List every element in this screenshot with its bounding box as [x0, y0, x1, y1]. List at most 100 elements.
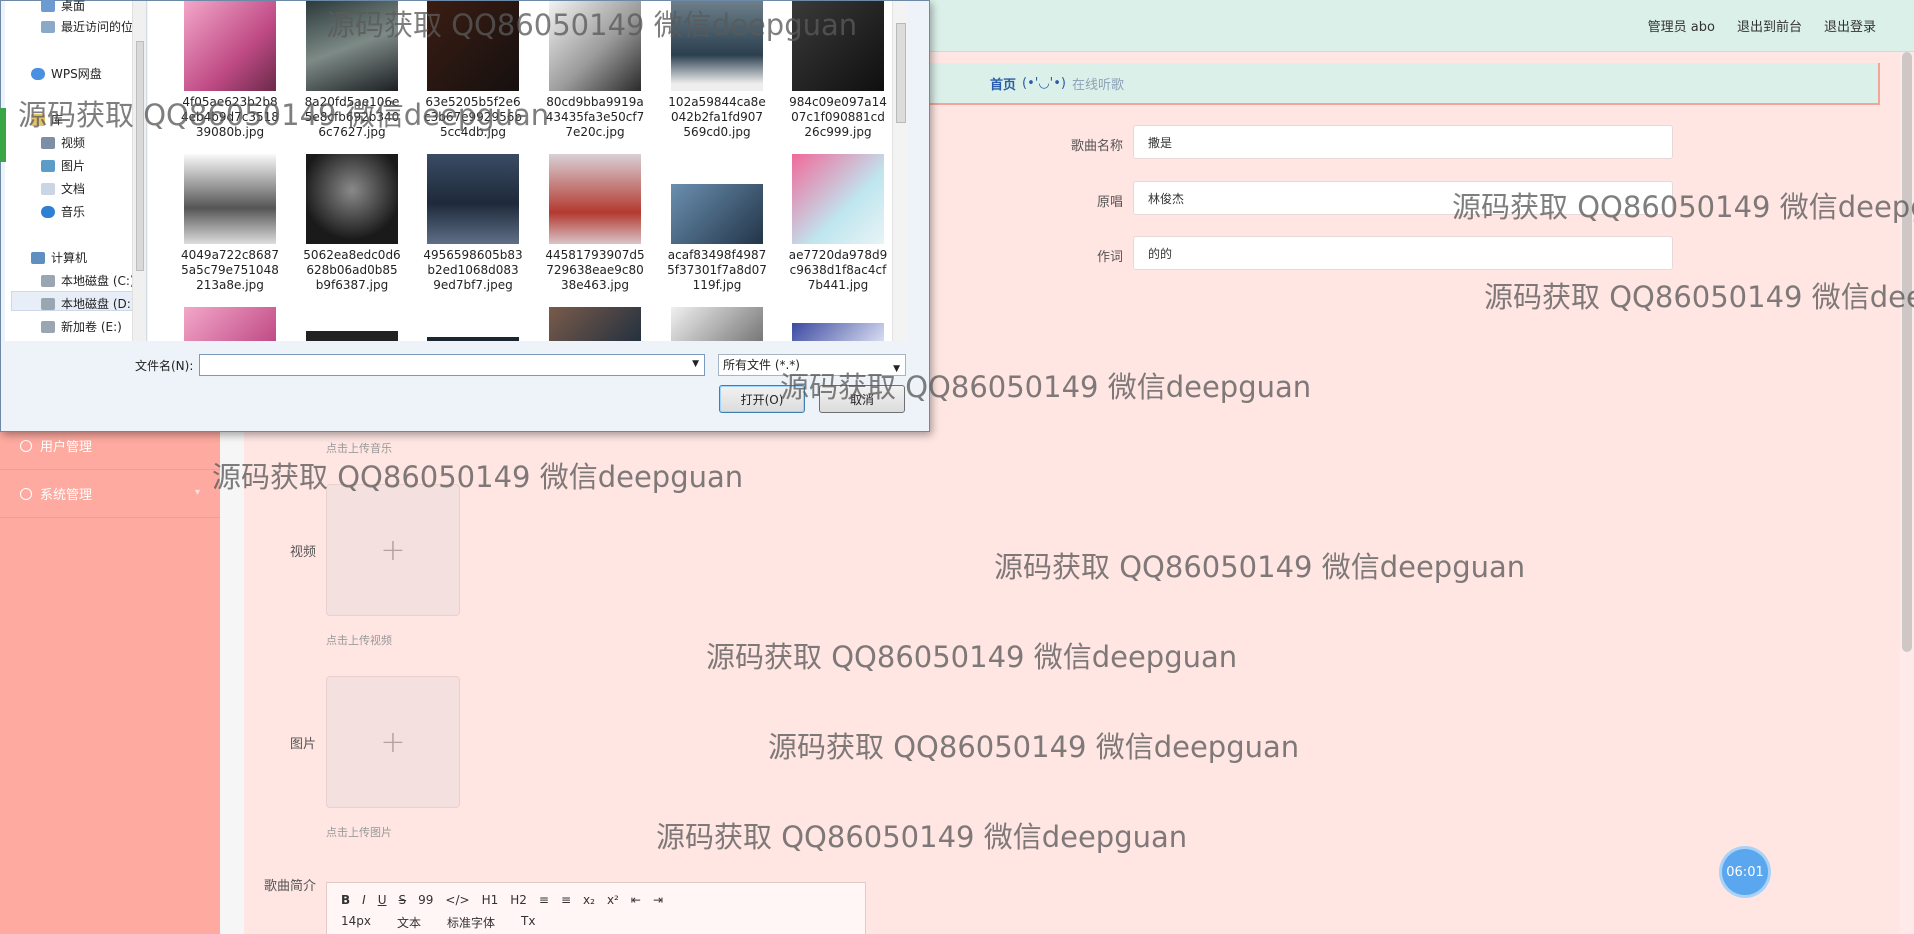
file-list-scrollbar[interactable]: [892, 1, 908, 341]
nav-item-drive-c[interactable]: 本地磁盘 (C:): [41, 272, 135, 289]
nav-item-drive-e[interactable]: 新加卷 (E:): [41, 318, 122, 335]
file-item[interactable]: [783, 323, 893, 345]
window-edge-indicator: [0, 108, 6, 162]
singer-label: 原唱: [1096, 195, 1123, 210]
document-icon: [41, 182, 55, 195]
font-size-select[interactable]: 14px: [341, 914, 371, 931]
file-item[interactable]: 984c09e097a14 07c1f090881cd 26c999.jpg: [783, 1, 893, 140]
font-family-select[interactable]: 标准字体: [447, 914, 495, 931]
file-thumbnail: [306, 154, 398, 244]
logout-link[interactable]: 退出登录: [1824, 16, 1876, 35]
image-upload-box[interactable]: +: [326, 676, 460, 808]
outdent-button[interactable]: ⇤: [631, 893, 641, 907]
breadcrumb-current: 在线听歌: [1072, 77, 1125, 93]
h2-button[interactable]: H2: [510, 893, 527, 907]
nav-item-documents[interactable]: 文档: [41, 180, 85, 197]
file-name-line: 5cc4db.jpg: [439, 125, 507, 139]
indent-button[interactable]: ⇥: [653, 893, 663, 907]
back-to-front-link[interactable]: 退出到前台: [1737, 16, 1802, 35]
strike-button[interactable]: S: [399, 893, 407, 907]
file-item[interactable]: 4049a722c8687 5a5c79e751048 213a8e.jpg: [175, 154, 285, 293]
nav-item-music[interactable]: 音乐: [41, 203, 85, 220]
text-type-select[interactable]: 文本: [397, 914, 421, 931]
nav-item-wps[interactable]: WPS网盘: [31, 65, 102, 82]
superscript-button[interactable]: x²: [607, 893, 619, 907]
nav-item-video[interactable]: 视频: [41, 134, 85, 151]
song-name-input[interactable]: 撒是: [1133, 125, 1673, 159]
file-item[interactable]: [418, 337, 528, 345]
nav-scrollbar-thumb[interactable]: [136, 41, 144, 271]
file-item[interactable]: 102a59844ca8e 042b2fa1fd907 569cd0.jpg: [662, 1, 772, 140]
nav-item-library[interactable]: 库: [31, 111, 63, 128]
user-icon: [20, 439, 32, 452]
file-item[interactable]: [175, 307, 285, 345]
nav-item-pictures[interactable]: 图片: [41, 157, 85, 174]
sidebar-item-label: 用户管理: [40, 440, 93, 455]
file-name-line: ae7720da978d9: [788, 248, 888, 262]
file-item[interactable]: acaf83498f4987 5f37301f7a8d07 119f.jpg: [662, 154, 772, 293]
dialog-file-list: 4f05ae623b2b8 4eb4b9d7c3518 39080b.jpg 8a2…: [148, 1, 908, 341]
file-name-line: 7e20c.jpg: [565, 125, 625, 139]
nav-scrollbar[interactable]: [132, 1, 146, 341]
recent-icon: [41, 20, 55, 33]
page-scrollbar-thumb[interactable]: [1902, 52, 1912, 652]
file-item[interactable]: 4956598605b83 b2ed1068d083 9ed7bf7.jpeg: [418, 154, 528, 293]
clear-format-button[interactable]: Tx: [521, 914, 535, 931]
bullet-list-button[interactable]: ≡: [561, 893, 571, 907]
editor-toolbar-row-1: B I U S 99 </> H1 H2 ≡ ≡ x₂ x² ⇤ ⇥: [341, 893, 663, 907]
file-item[interactable]: ae7720da978d9 c9638d1f8ac4cf 7b441.jpg: [783, 154, 893, 293]
bold-button[interactable]: B: [341, 893, 350, 907]
video-upload-box[interactable]: +: [326, 484, 460, 616]
drive-icon: [41, 297, 55, 310]
file-item[interactable]: 63e5205b5f2e6 c3b67e992956b 5cc4db.jpg: [418, 1, 528, 140]
file-thumbnail: [549, 307, 641, 341]
italic-button[interactable]: I: [362, 893, 366, 907]
file-item[interactable]: [297, 331, 407, 345]
filetype-value: 所有文件 (*.*): [723, 358, 800, 372]
nav-item-label: 本地磁盘 (D:): [61, 297, 136, 311]
file-name-line: 80cd9bba9919a: [546, 95, 644, 109]
underline-button[interactable]: U: [378, 893, 387, 907]
file-item[interactable]: 5062ea8edc0d6 628b06ad0b85 b9f6387.jpg: [297, 154, 407, 293]
code-button[interactable]: </>: [445, 893, 469, 907]
file-name-line: b2ed1068d083: [427, 263, 519, 277]
file-item[interactable]: 8a20fd5ae106e 5e8cfb692b340 6c7627.jpg: [297, 1, 407, 140]
file-item[interactable]: [662, 307, 772, 345]
file-thumbnail: [792, 1, 884, 91]
nav-item-label: 计算机: [51, 251, 88, 265]
file-item[interactable]: 4f05ae623b2b8 4eb4b9d7c3518 39080b.jpg: [175, 1, 285, 140]
rich-text-editor[interactable]: B I U S 99 </> H1 H2 ≡ ≡ x₂ x² ⇤ ⇥ 14px …: [326, 882, 866, 934]
top-bar-actions: 管理员 abo 退出到前台 退出登录: [1648, 16, 1876, 35]
lyricist-input[interactable]: 的的: [1133, 236, 1673, 270]
page-scrollbar[interactable]: [1900, 52, 1914, 934]
file-name-line: 119f.jpg: [692, 278, 742, 292]
file-item[interactable]: 80cd9bba9919a 43435fa3e50cf7 7e20c.jpg: [540, 1, 650, 140]
quote-button[interactable]: 99: [418, 893, 433, 907]
file-thumbnail: [671, 184, 763, 244]
filetype-select[interactable]: 所有文件 (*.*) ▼: [718, 354, 906, 376]
sidebar-item-system-management[interactable]: 系统管理 ▾: [0, 470, 220, 518]
editor-toolbar-row-2: 14px 文本 标准字体 Tx: [341, 914, 535, 931]
nav-item-recent[interactable]: 最近访问的位置: [41, 18, 145, 35]
open-button[interactable]: 打开(O): [719, 385, 805, 413]
nav-item-desktop[interactable]: 桌面: [41, 0, 85, 14]
file-thumbnail: [549, 154, 641, 244]
file-item[interactable]: 44581793907d5 729638eae9c80 38e463.jpg: [540, 154, 650, 293]
chevron-down-icon[interactable]: ▼: [692, 359, 699, 369]
nav-item-label: 库: [51, 113, 64, 127]
breadcrumb-home-link[interactable]: 首页: [990, 74, 1016, 93]
chevron-down-icon: ▾: [194, 487, 200, 498]
file-thumbnail: [306, 331, 398, 341]
file-item[interactable]: [540, 307, 650, 345]
timer-badge[interactable]: 06:01: [1722, 849, 1768, 895]
h1-button[interactable]: H1: [482, 893, 499, 907]
file-name-line: 07c1f090881cd: [791, 110, 885, 124]
cancel-button[interactable]: 取消: [819, 385, 905, 413]
singer-input[interactable]: 林俊杰: [1133, 181, 1673, 215]
filename-input[interactable]: ▼: [199, 354, 705, 376]
subscript-button[interactable]: x₂: [583, 893, 595, 907]
file-list-scrollbar-thumb[interactable]: [896, 23, 906, 123]
nav-item-computer[interactable]: 计算机: [31, 249, 87, 266]
nav-item-drive-d[interactable]: 本地磁盘 (D:): [41, 295, 135, 312]
ordered-list-button[interactable]: ≡: [539, 893, 549, 907]
